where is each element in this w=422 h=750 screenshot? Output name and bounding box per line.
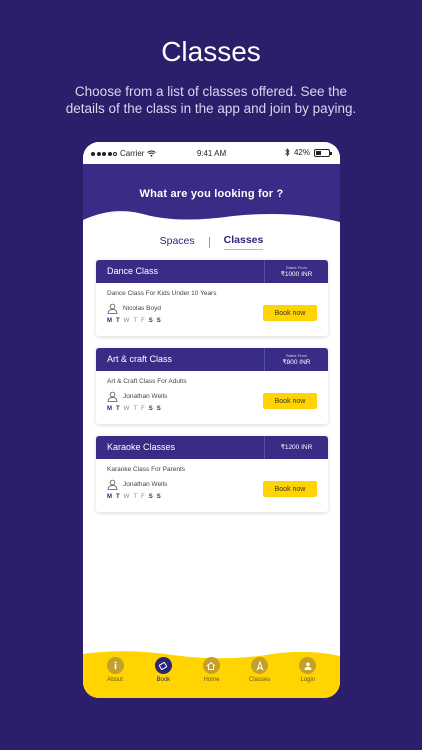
class-description: Art & Craft Class For Adults: [107, 378, 187, 385]
book-now-button[interactable]: Book now: [263, 305, 317, 321]
header-band: What are you looking for ?: [83, 164, 340, 234]
day-tue: T: [116, 318, 120, 324]
class-price: Starts From ₹1000 INR: [264, 260, 328, 283]
phone-screen: Carrier 9:41 AM 42% What are you looking…: [83, 142, 340, 698]
day-sun: S: [156, 318, 161, 324]
nav-about[interactable]: About: [95, 657, 135, 683]
day-wed: W: [123, 406, 130, 412]
class-description: Karaoke Class For Parents: [107, 466, 186, 473]
nav-label: About: [107, 677, 123, 683]
book-now-button[interactable]: Book now: [263, 393, 317, 409]
status-bar: Carrier 9:41 AM 42%: [83, 142, 340, 164]
ticket-icon: [154, 657, 172, 674]
class-card-header: Karaoke Classes ₹1200 INR: [96, 436, 328, 459]
teacher-name: Jonathan Wells: [123, 481, 168, 488]
tab-classes[interactable]: Classes: [223, 234, 264, 250]
nav-label: Classes: [248, 677, 271, 683]
teacher-name: Nicolas Boyd: [123, 305, 161, 312]
day-wed: W: [123, 494, 130, 500]
promo-title: Classes: [161, 36, 261, 67]
day-wed: W: [123, 318, 130, 324]
user-icon: [299, 657, 317, 674]
day-sun: S: [156, 406, 161, 412]
bluetooth-icon: [285, 148, 290, 157]
class-title: Karaoke Classes: [107, 442, 176, 452]
day-sat: S: [148, 406, 153, 412]
day-sat: S: [148, 494, 153, 500]
person-icon: [107, 391, 118, 402]
battery-percent: 42%: [293, 148, 310, 157]
class-title: Art & craft Class: [107, 354, 173, 364]
book-now-button[interactable]: Book now: [263, 481, 317, 497]
tab-spaces[interactable]: Spaces: [160, 235, 195, 250]
day-fri: F: [141, 318, 145, 324]
day-mon: M: [107, 494, 112, 500]
nav-home[interactable]: Home: [191, 657, 231, 683]
home-icon: [202, 657, 220, 674]
class-list: Dance Class Starts From ₹1000 INR Dance …: [96, 260, 328, 524]
info-icon: [106, 657, 124, 674]
bottom-nav: About Book Home Classes Login: [83, 650, 340, 698]
classes-icon: [251, 657, 269, 674]
teacher-name: Jonathan Wells: [123, 393, 168, 400]
day-tue: T: [116, 406, 120, 412]
price-value: ₹1000 INR: [280, 270, 313, 278]
nav-classes[interactable]: Classes: [240, 657, 280, 683]
header-title: What are you looking for ?: [139, 188, 284, 200]
nav-label: Book: [156, 677, 171, 683]
day-sun: S: [156, 494, 161, 500]
battery-icon: [314, 148, 332, 157]
nav-label: Login: [300, 677, 316, 683]
class-price: Starts From ₹800 INR: [264, 348, 328, 371]
day-thu: T: [133, 494, 138, 500]
day-mon: M: [107, 406, 112, 412]
class-card[interactable]: Karaoke Classes ₹1200 INR Karaoke Class …: [96, 436, 328, 512]
class-card-body: Art & Craft Class For Adults Jonathan We…: [96, 371, 328, 424]
promo-subtitle: Choose from a list of classes offered. S…: [65, 84, 357, 116]
day-tue: T: [116, 494, 120, 500]
class-card[interactable]: Art & craft Class Starts From ₹800 INR A…: [96, 348, 328, 424]
status-right: 42%: [285, 148, 332, 157]
class-title: Dance Class: [107, 266, 159, 276]
day-fri: F: [141, 406, 145, 412]
day-sat: S: [148, 318, 153, 324]
price-value: ₹1200 INR: [280, 443, 313, 451]
tab-divider: [208, 236, 210, 248]
day-thu: T: [133, 406, 138, 412]
day-thu: T: [133, 318, 138, 324]
day-fri: F: [141, 494, 145, 500]
class-card-header: Dance Class Starts From ₹1000 INR: [96, 260, 328, 283]
class-card-header: Art & craft Class Starts From ₹800 INR: [96, 348, 328, 371]
price-value: ₹800 INR: [282, 358, 311, 366]
class-price: ₹1200 INR: [264, 436, 328, 459]
person-icon: [107, 479, 118, 490]
class-card-body: Karaoke Class For Parents Jonathan Wells…: [96, 459, 328, 512]
nav-book[interactable]: Book: [143, 657, 183, 683]
class-description: Dance Class For Kids Under 10 Years: [107, 290, 217, 297]
day-mon: M: [107, 318, 112, 324]
class-card[interactable]: Dance Class Starts From ₹1000 INR Dance …: [96, 260, 328, 336]
nav-label: Home: [203, 677, 220, 683]
person-icon: [107, 303, 118, 314]
nav-items: About Book Home Classes Login: [83, 657, 340, 683]
class-card-body: Dance Class For Kids Under 10 Years Nico…: [96, 283, 328, 336]
nav-login[interactable]: Login: [288, 657, 328, 683]
tab-bar: Spaces Classes: [83, 232, 340, 252]
